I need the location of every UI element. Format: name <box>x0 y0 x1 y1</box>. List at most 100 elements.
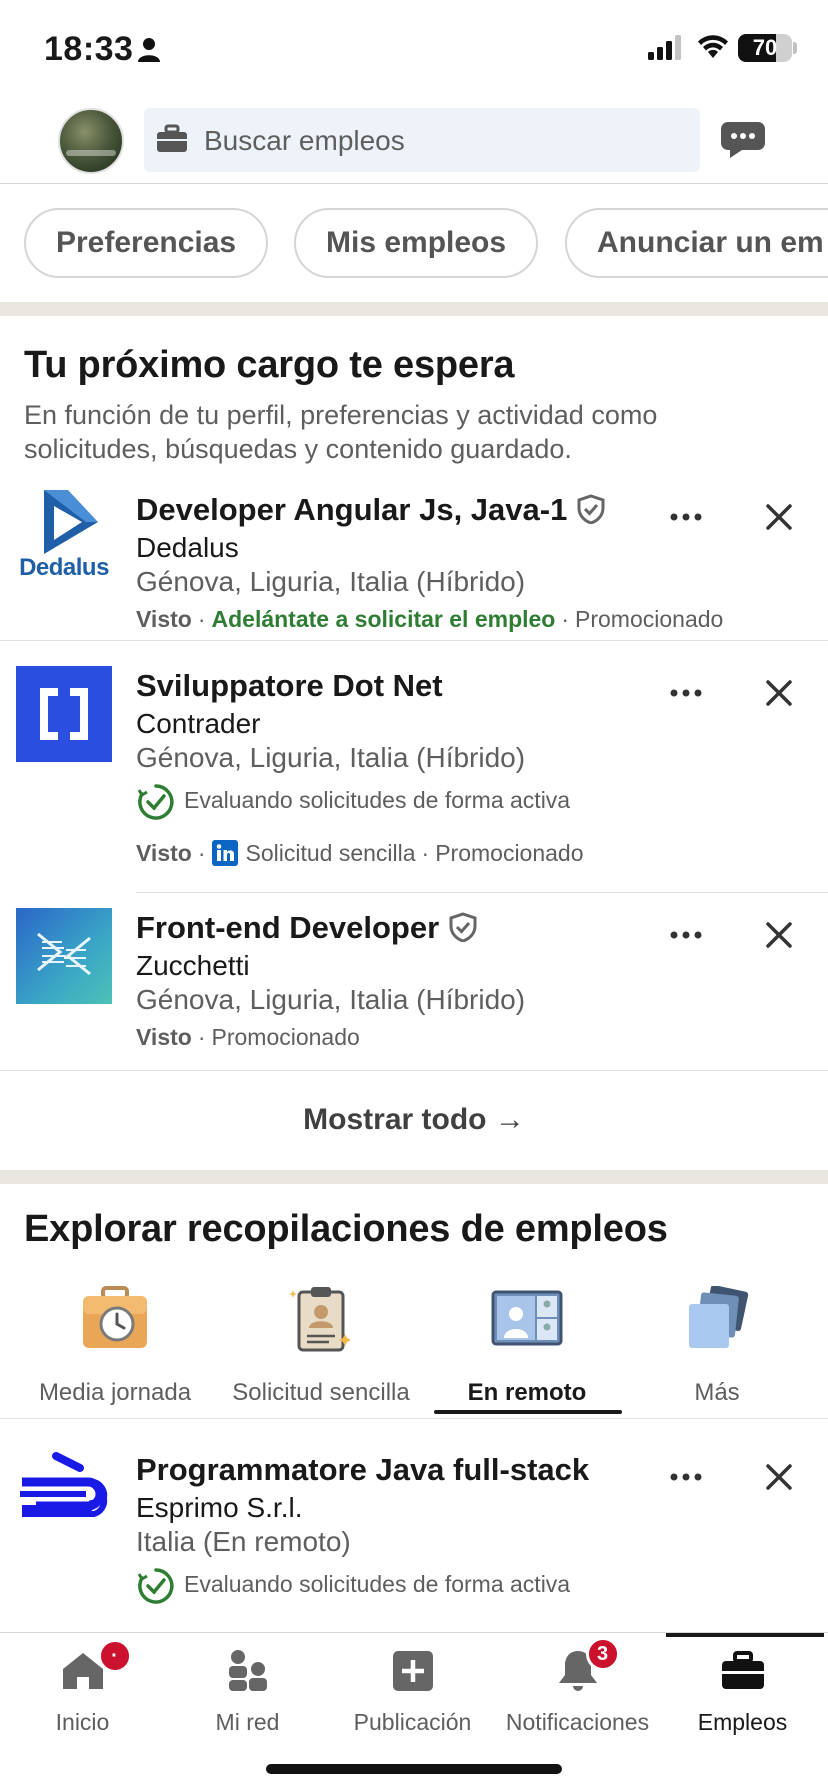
contrader-logo <box>16 666 112 762</box>
job-title[interactable]: Sviluppatore Dot Net <box>136 668 443 704</box>
battery-icon: 70 <box>738 34 792 62</box>
chip-anunciar-empleo[interactable]: Anunciar un em <box>565 208 828 278</box>
job-company: Dedalus <box>136 532 239 563</box>
close-icon[interactable] <box>764 1462 794 1492</box>
collection-solicitud-sencilla[interactable]: Solicitud sencilla <box>226 1286 416 1407</box>
active-recruiting-row: Evaluando solicitudes de forma activa <box>136 1566 570 1606</box>
nav-inicio[interactable]: · Inicio <box>0 1639 165 1736</box>
search-placeholder: Buscar empleos <box>204 125 405 156</box>
close-icon[interactable] <box>764 502 794 532</box>
section-title: Tu próximo cargo te espera <box>24 344 515 386</box>
section-divider <box>0 1170 828 1184</box>
top-header: Buscar empleos <box>0 100 828 184</box>
more-options-icon[interactable] <box>666 678 706 708</box>
status-time: 18:33 <box>44 30 134 68</box>
collection-label: Solicitud sencilla <box>232 1379 410 1406</box>
job-title[interactable]: Programmatore Java full-stack <box>136 1452 589 1488</box>
collection-media-jornada[interactable]: Media jornada <box>20 1286 210 1407</box>
signal-icon <box>648 35 681 60</box>
seen-label: Visto <box>136 1024 192 1050</box>
more-options-icon[interactable] <box>666 502 706 532</box>
active-recruiting-label: Evaluando solicitudes de forma activa <box>184 1571 571 1598</box>
job-company: Contrader <box>136 708 261 739</box>
job-meta: Visto · Adelántate a solicitar el empleo · P… <box>136 606 724 632</box>
zucchetti-logo <box>16 908 112 1004</box>
job-location: Génova, Liguria, Italia (Híbrido) <box>136 984 526 1015</box>
close-icon[interactable] <box>764 678 794 708</box>
collection-label: Más <box>694 1379 740 1406</box>
section-subtitle: En función de tu perfil, preferencias y … <box>24 400 658 464</box>
nav-label: Publicación <box>353 1709 472 1735</box>
notifications-badge: 3 <box>585 1637 620 1671</box>
wifi-icon <box>698 35 728 58</box>
collection-label: Media jornada <box>38 1379 192 1406</box>
stacked-cards-icon <box>689 1285 749 1348</box>
dedalus-logo: Dedalus <box>16 488 112 584</box>
dedalus-logo-text: Dedalus <box>19 554 109 581</box>
seen-label: Visto <box>136 606 192 632</box>
promoted-label: Promocionado <box>211 1024 360 1050</box>
job-meta: Visto · Promocionado <box>136 1024 360 1050</box>
filter-chips: Preferencias Mis empleos Anunciar un em <box>0 206 828 280</box>
battery-level: 70 <box>752 35 778 60</box>
clipboard-icon <box>289 1287 351 1352</box>
network-icon <box>228 1650 267 1691</box>
job-card[interactable]: Front-end Developer Zucchetti Génova, Li… <box>0 908 828 1070</box>
active-recruiting-row: Evaluando solicitudes de forma activa <box>136 782 570 822</box>
status-bar: 18:33 70 <box>0 0 828 100</box>
job-card[interactable]: Sviluppatore Dot Net Contrader Génova, L… <box>0 666 828 893</box>
verified-shield-icon <box>449 912 477 942</box>
linkedin-icon <box>211 840 238 866</box>
job-location: Italia (En remoto) <box>136 1526 351 1557</box>
job-card[interactable]: Programmatore Java full-stack Esprimo S.… <box>0 1452 828 1632</box>
nav-label: Notificaciones <box>505 1709 650 1735</box>
nav-mi-red[interactable]: Mi red <box>165 1645 330 1736</box>
early-apply-label: Adelántate a solicitar el empleo <box>211 606 556 632</box>
more-options-icon[interactable] <box>666 1462 706 1492</box>
promoted-label: Promocionado <box>435 840 584 866</box>
job-meta: Visto · Solicitud sencilla · Promocionado <box>136 840 584 866</box>
home-indicator <box>266 1764 562 1774</box>
nav-label: Mi red <box>215 1709 280 1735</box>
job-title[interactable]: Front-end Developer <box>136 910 439 945</box>
active-tab-indicator <box>666 1633 824 1637</box>
active-collection-indicator <box>434 1410 622 1414</box>
jobs-briefcase-icon <box>721 1651 764 1689</box>
nav-publicacion[interactable]: Publicación <box>330 1645 495 1736</box>
job-location: Génova, Liguria, Italia (Híbrido) <box>136 742 526 773</box>
collection-mas[interactable]: Más <box>622 1285 812 1407</box>
section-title: Explorar recopilaciones de empleos <box>24 1208 668 1250</box>
section-divider <box>0 302 828 316</box>
job-company: Zucchetti <box>136 950 250 981</box>
nav-notificaciones[interactable]: 3 Notificaciones <box>495 1637 660 1736</box>
briefcase-icon <box>157 124 187 152</box>
chip-preferencias[interactable]: Preferencias <box>24 208 269 278</box>
close-icon[interactable] <box>764 920 794 950</box>
seen-label: Visto <box>136 840 192 866</box>
nav-label: Empleos <box>697 1709 788 1735</box>
esprimo-logo <box>16 1452 112 1548</box>
active-check-icon <box>137 784 174 820</box>
verified-shield-icon <box>577 494 605 524</box>
add-post-icon <box>392 1651 433 1691</box>
person-icon <box>138 38 160 62</box>
more-options-icon[interactable] <box>666 920 706 950</box>
notification-dot: · <box>97 1639 132 1673</box>
collection-label: En remoto <box>467 1379 587 1406</box>
job-title[interactable]: Developer Angular Js, Java-1 <box>136 492 567 527</box>
show-all-button[interactable]: Mostrar todo → <box>0 1070 828 1170</box>
messaging-icon[interactable] <box>720 120 766 160</box>
collection-en-remoto[interactable]: En remoto <box>432 1286 622 1407</box>
search-input[interactable]: Buscar empleos <box>144 108 700 172</box>
avatar[interactable] <box>58 108 124 174</box>
easy-apply-label: Solicitud sencilla <box>245 840 416 866</box>
job-card[interactable]: Dedalus Developer Angular Js, Java-1 Ded… <box>0 488 828 641</box>
part-time-clock-icon <box>83 1286 147 1348</box>
active-recruiting-label: Evaluando solicitudes de forma activa <box>184 787 571 814</box>
remote-video-icon <box>491 1290 563 1346</box>
nav-empleos[interactable]: Empleos <box>660 1645 825 1736</box>
nav-label: Inicio <box>55 1709 110 1735</box>
chip-mis-empleos[interactable]: Mis empleos <box>294 208 539 278</box>
job-company: Esprimo S.r.l. <box>136 1492 303 1523</box>
job-location: Génova, Liguria, Italia (Híbrido) <box>136 566 526 597</box>
